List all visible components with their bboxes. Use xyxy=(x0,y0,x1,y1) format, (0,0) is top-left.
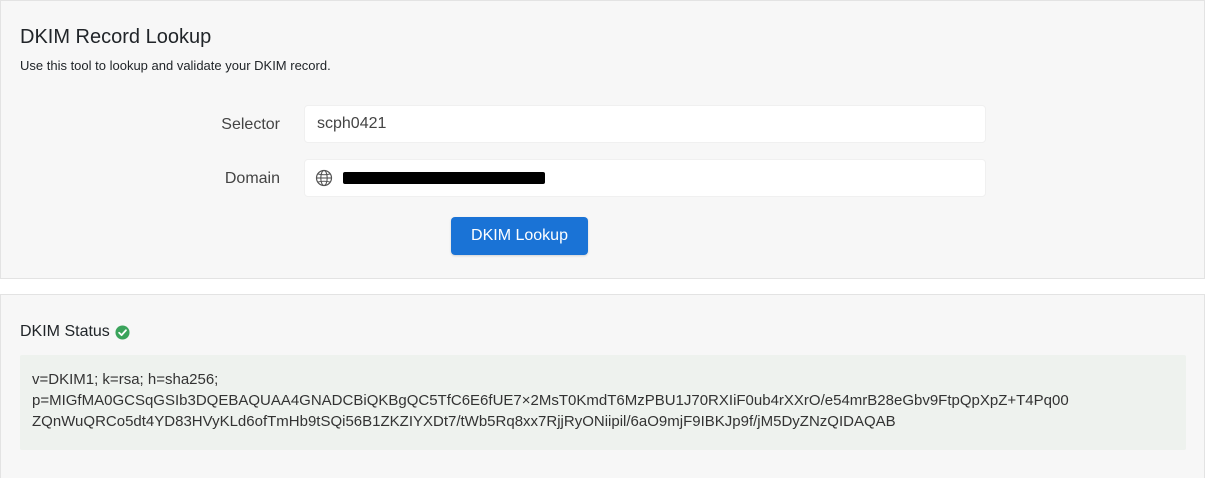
selector-label: Selector xyxy=(221,116,280,133)
record-line: p=MIGfMA0GCSqGSIb3DQEBAQUAA4GNADCBiQKBgQ… xyxy=(32,392,1069,409)
record-line: v=DKIM1; k=rsa; h=sha256; xyxy=(32,371,219,388)
page-title: DKIM Record Lookup xyxy=(20,26,212,48)
check-circle-icon xyxy=(115,324,130,340)
selector-input[interactable]: scph0421 xyxy=(304,105,986,143)
dkim-record: v=DKIM1; k=rsa; h=sha256; p=MIGfMA0GCSqG… xyxy=(20,355,1186,450)
globe-icon xyxy=(315,169,333,187)
record-line: ZQnWuQRCo5dt4YD83HVyKLd6ofTmHb9tSQi56B1Z… xyxy=(32,413,896,430)
domain-label: Domain xyxy=(224,170,280,187)
selector-value: scph0421 xyxy=(317,115,387,132)
dkim-lookup-button[interactable]: DKIM Lookup xyxy=(451,217,588,255)
dkim-status-label: DKIM Status xyxy=(20,323,110,340)
domain-input[interactable] xyxy=(304,159,986,197)
domain-value-redacted xyxy=(343,172,545,184)
dkim-status: DKIM Status xyxy=(20,322,130,342)
page-subtitle: Use this tool to lookup and validate you… xyxy=(20,58,331,73)
